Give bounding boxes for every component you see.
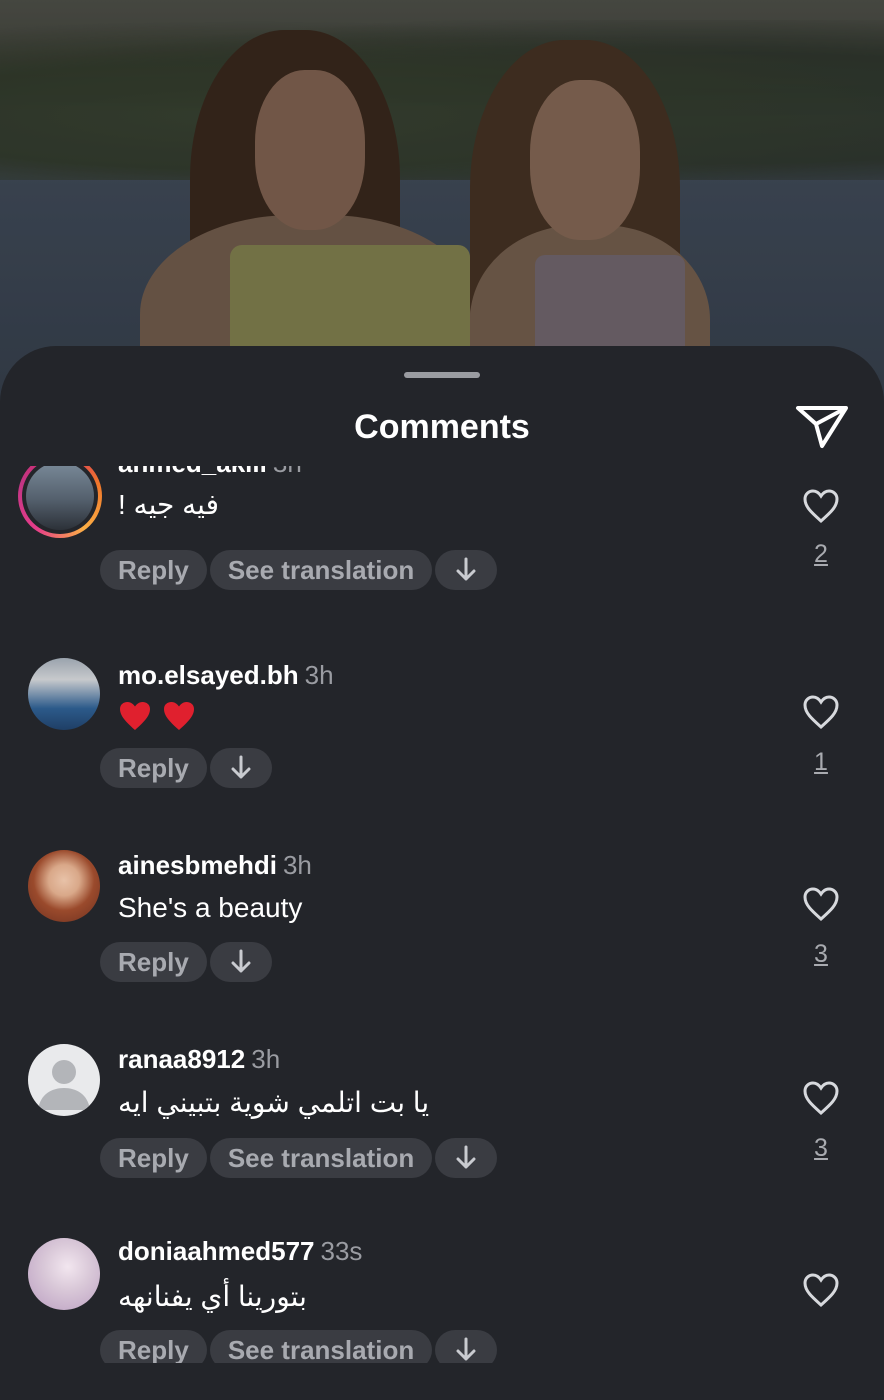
comments-sheet: Comments ahmed_akiii3h فيه جيه ! Reply S… [0,346,884,1400]
comments-list[interactable]: ahmed_akiii3h فيه جيه ! Reply See transl… [0,466,884,1363]
sheet-title: Comments [354,408,530,446]
comment-text [118,698,206,732]
comment-text: She's a beauty [118,892,303,923]
reply-button[interactable]: Reply [100,1330,207,1363]
comment-actions: Reply [100,942,272,982]
comment-time: 3h [282,850,312,880]
reply-button[interactable]: Reply [100,1138,207,1178]
like-count[interactable]: 1 [800,748,842,777]
comment-actions: Reply See translation [100,1330,498,1363]
comment-actions: Reply See translation [100,550,498,590]
avatar[interactable] [28,658,100,730]
comment-username[interactable]: ainesbmehdi 3h [118,850,312,881]
comment-time: 33s [320,1236,363,1266]
see-translation-button[interactable]: See translation [209,1330,433,1363]
comment-time: 3h [273,466,302,478]
drag-handle[interactable] [404,372,480,378]
like-count[interactable]: 3 [800,940,842,969]
arrow-down-icon[interactable] [435,1138,498,1178]
comment-username[interactable]: ranaa8912 3h [118,1044,280,1075]
red-heart-emoji [120,701,150,730]
like-heart-icon[interactable] [802,1272,840,1308]
reply-button[interactable]: Reply [100,550,207,590]
like-count[interactable]: 2 [800,540,842,569]
like-heart-icon[interactable] [802,1080,840,1116]
arrow-down-icon[interactable] [435,550,498,590]
like-heart-icon[interactable] [802,488,840,524]
like-heart-icon[interactable] [802,694,840,730]
comment-username[interactable]: ahmed_akiii3h [118,466,302,479]
default-user-icon [38,1060,90,1110]
like-heart-icon[interactable] [802,886,840,922]
comment-time: 3h [251,1044,281,1074]
like-count[interactable]: 3 [800,1134,842,1163]
comment-text: فيه جيه ! [118,489,219,520]
comment-username[interactable]: mo.elsayed.bh 3h [118,660,334,691]
comment-actions: Reply See translation [100,1138,498,1178]
see-translation-button[interactable]: See translation [209,1138,433,1178]
arrow-down-icon[interactable] [435,1330,498,1363]
see-translation-button[interactable]: See translation [209,550,433,590]
comment-text: بتورينا أي يفنانهه [118,1281,307,1312]
comment-time: 3h [304,660,334,690]
comment-text: يا بت اتلمي شوية بتبيني ايه [118,1087,430,1118]
avatar[interactable] [28,1238,100,1310]
red-heart-emoji [164,701,194,730]
arrow-down-icon[interactable] [209,942,272,982]
reply-button[interactable]: Reply [100,748,207,788]
avatar[interactable] [28,850,100,922]
arrow-down-icon[interactable] [209,748,272,788]
comment-username[interactable]: doniaahmed577 33s [118,1236,362,1267]
comment-actions: Reply [100,748,272,788]
avatar[interactable] [28,1044,100,1116]
avatar[interactable] [18,466,102,538]
share-send-icon[interactable] [794,402,850,450]
reply-button[interactable]: Reply [100,942,207,982]
